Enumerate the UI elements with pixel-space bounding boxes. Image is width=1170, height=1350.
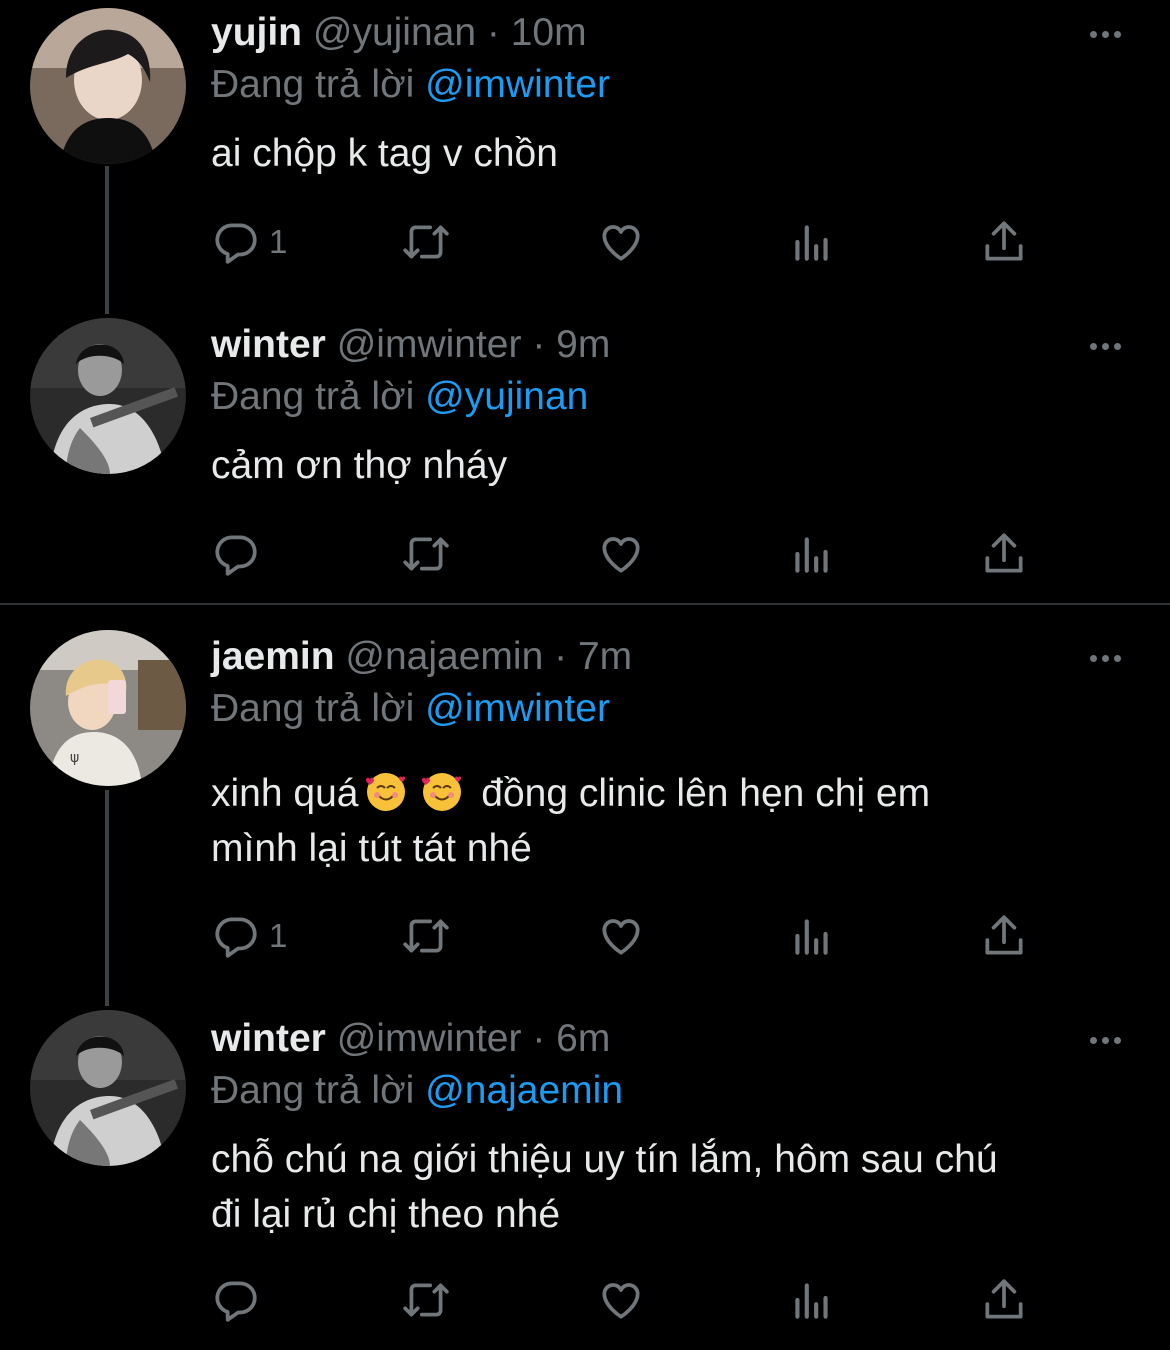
retweet-icon: [401, 1275, 451, 1325]
share-icon: [979, 217, 1029, 267]
avatar[interactable]: [30, 8, 186, 164]
mention-link[interactable]: @yujinan: [425, 375, 588, 418]
timestamp[interactable]: 7m: [578, 635, 632, 678]
views-button[interactable]: [787, 212, 837, 272]
avatar[interactable]: [30, 1010, 186, 1166]
reply-icon: [211, 529, 261, 579]
replying-to-label: Đang trả lời: [211, 1069, 415, 1112]
retweet-icon: [401, 911, 451, 961]
reply-button[interactable]: [211, 1270, 261, 1330]
like-button[interactable]: [596, 906, 646, 966]
mention-link[interactable]: @imwinter: [425, 63, 610, 106]
timestamp[interactable]: 10m: [511, 11, 587, 54]
svg-text:ψ: ψ: [70, 750, 79, 766]
retweet-icon: [401, 529, 451, 579]
views-icon: [787, 217, 837, 267]
user-handle[interactable]: @imwinter: [337, 1017, 522, 1060]
reply-icon: [211, 1275, 261, 1325]
share-button[interactable]: [979, 212, 1029, 272]
retweet-button[interactable]: [401, 906, 451, 966]
more-icon[interactable]: [1085, 24, 1125, 44]
share-button[interactable]: [979, 906, 1029, 966]
mention-link[interactable]: @najaemin: [425, 1069, 623, 1112]
tweet-text-line: cảm ơn thợ nháy: [211, 444, 508, 487]
replying-to-label: Đang trả lời: [211, 63, 415, 106]
views-icon: [787, 529, 837, 579]
like-icon: [596, 217, 646, 267]
retweet-button[interactable]: [401, 1270, 451, 1330]
tweet-text-line: mình lại tút tát nhé: [211, 827, 532, 870]
display-name[interactable]: winter: [211, 323, 326, 366]
views-icon: [787, 1275, 837, 1325]
tweet-text-segment: xinh quá: [211, 772, 359, 815]
tweet-text-line: đi lại rủ chị theo nhé: [211, 1193, 561, 1236]
tweet-text: cảm ơn thợ nháy: [211, 438, 1111, 493]
display-name[interactable]: winter: [211, 1017, 326, 1060]
separator: ·: [486, 11, 500, 54]
share-button[interactable]: [979, 524, 1029, 584]
reply-icon: [211, 911, 261, 961]
more-icon[interactable]: [1085, 648, 1125, 668]
tweet-text-line: ai chộp k tag v chồn: [211, 132, 558, 175]
share-button[interactable]: [979, 1270, 1029, 1330]
views-icon: [787, 911, 837, 961]
smiling-face-with-hearts-icon: [364, 770, 408, 814]
reply-count: 1: [269, 223, 288, 260]
reply-icon: [211, 217, 261, 267]
display-name[interactable]: yujin: [211, 11, 302, 54]
user-handle[interactable]: @yujinan: [313, 11, 476, 54]
like-icon: [596, 911, 646, 961]
divider: [0, 603, 1170, 605]
action-bar: 1: [211, 212, 1071, 272]
like-button[interactable]: [596, 524, 646, 584]
mention-link[interactable]: @imwinter: [425, 687, 610, 730]
share-icon: [979, 1275, 1029, 1325]
tweet-text-line: chỗ chú na giới thiệu uy tín lắm, hôm sa…: [211, 1138, 998, 1181]
views-button[interactable]: [787, 1270, 837, 1330]
avatar[interactable]: [30, 318, 186, 474]
tweet[interactable]: yujin @yujinan · 10m Đang trả lời @imwin…: [0, 0, 1170, 310]
tweet-text: xinh quá đồng clinic lên hẹn chị em mình…: [211, 766, 1111, 876]
replying-to-label: Đang trả lời: [211, 375, 415, 418]
separator: ·: [532, 323, 546, 366]
views-button[interactable]: [787, 524, 837, 584]
like-button[interactable]: [596, 1270, 646, 1330]
user-handle[interactable]: @imwinter: [337, 323, 522, 366]
retweet-button[interactable]: [401, 524, 451, 584]
views-button[interactable]: [787, 906, 837, 966]
tweet-text: ai chộp k tag v chồn: [211, 126, 1111, 181]
avatar[interactable]: ψ: [30, 630, 186, 786]
reply-count: 1: [269, 917, 288, 954]
more-icon[interactable]: [1085, 1030, 1125, 1050]
like-button[interactable]: [596, 212, 646, 272]
timestamp[interactable]: 9m: [556, 323, 610, 366]
replying-to-label: Đang trả lời: [211, 687, 415, 730]
timestamp[interactable]: 6m: [556, 1017, 610, 1060]
action-bar: [211, 524, 1071, 584]
share-icon: [979, 911, 1029, 961]
tweet-text: chỗ chú na giới thiệu uy tín lắm, hôm sa…: [211, 1132, 1111, 1242]
action-bar: 1: [211, 906, 1071, 966]
action-bar: [211, 1270, 1071, 1330]
like-icon: [596, 529, 646, 579]
like-icon: [596, 1275, 646, 1325]
tweet-text-segment: đồng clinic lên hẹn chị em: [470, 772, 931, 815]
more-icon[interactable]: [1085, 336, 1125, 356]
reply-button[interactable]: 1: [211, 906, 287, 966]
share-icon: [979, 529, 1029, 579]
retweet-button[interactable]: [401, 212, 451, 272]
retweet-icon: [401, 217, 451, 267]
separator: ·: [554, 635, 568, 678]
separator: ·: [532, 1017, 546, 1060]
tweet[interactable]: ψ jaemin @najaemin · 7m Đang trả lời @im…: [0, 622, 1170, 1002]
smiling-face-with-hearts-icon: [420, 770, 464, 814]
reply-button[interactable]: 1: [211, 212, 287, 272]
tweet-text-line: xinh quá đồng clinic lên hẹn chị em: [211, 766, 1111, 821]
display-name[interactable]: jaemin: [211, 635, 335, 678]
tweet[interactable]: winter @imwinter · 6m Đang trả lời @naja…: [0, 1002, 1170, 1350]
user-handle[interactable]: @najaemin: [345, 635, 543, 678]
tweet[interactable]: winter @imwinter · 9m Đang trả lời @yuji…: [0, 310, 1170, 604]
reply-button[interactable]: [211, 524, 261, 584]
